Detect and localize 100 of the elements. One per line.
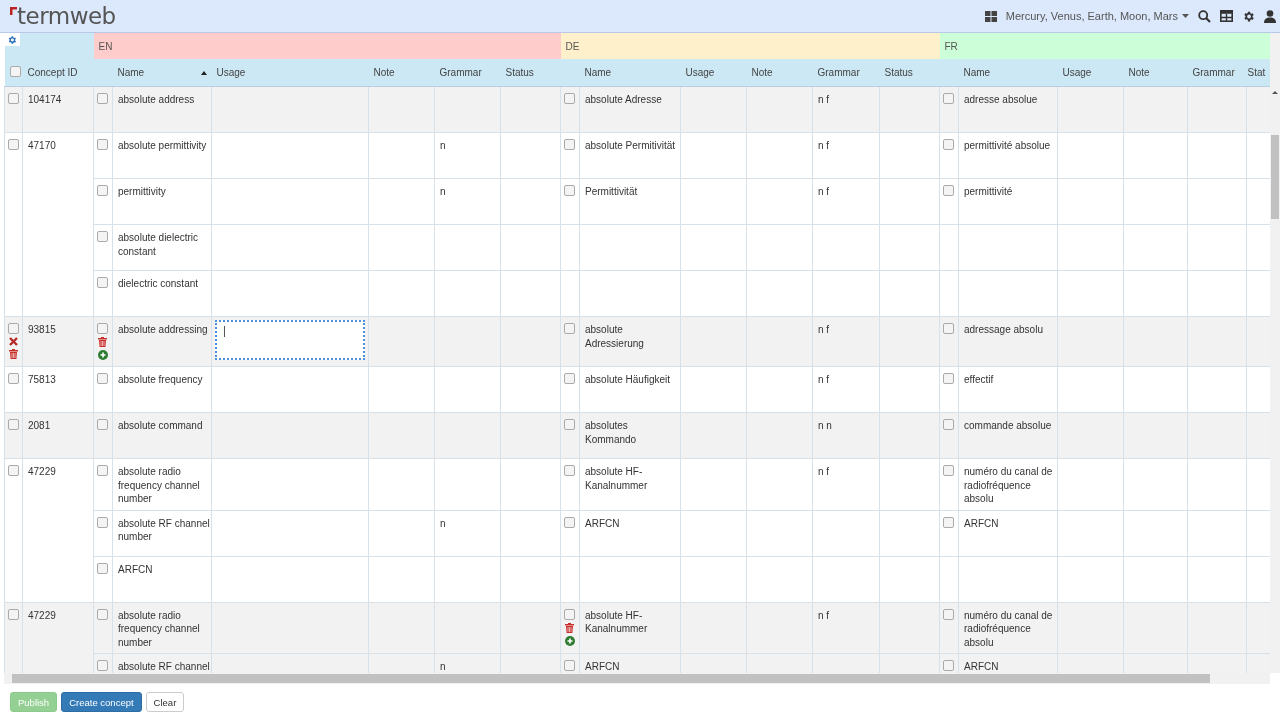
- checkbox[interactable]: [8, 323, 19, 334]
- checkbox[interactable]: [8, 419, 19, 430]
- checkbox[interactable]: [564, 660, 575, 671]
- checkbox[interactable]: [564, 93, 575, 104]
- trash-icon[interactable]: [9, 349, 18, 359]
- term-name: permittivité: [964, 186, 1013, 197]
- checkbox[interactable]: [97, 185, 108, 196]
- checkbox[interactable]: [97, 139, 108, 150]
- checkbox[interactable]: [97, 93, 108, 104]
- grammar-text: n: [440, 186, 446, 197]
- language-band: FR: [939, 33, 1270, 59]
- term-name: absolute Adresse: [585, 94, 662, 105]
- column-header[interactable]: Status: [500, 59, 561, 87]
- close-icon[interactable]: [9, 337, 18, 346]
- column-header[interactable]: Name: [958, 59, 1058, 87]
- term-name: absolute Permitivität: [585, 140, 676, 151]
- settings-icon[interactable]: [1242, 9, 1255, 23]
- checkbox[interactable]: [943, 373, 954, 384]
- checkbox[interactable]: [8, 608, 19, 620]
- checkbox[interactable]: [943, 608, 954, 620]
- checkbox[interactable]: [564, 185, 575, 196]
- user-icon[interactable]: [1264, 9, 1276, 23]
- usage-input[interactable]: [215, 320, 365, 360]
- column-header[interactable]: Usage: [211, 59, 369, 87]
- column-header[interactable]: Usage: [680, 59, 747, 87]
- checkbox[interactable]: [564, 608, 575, 620]
- checkbox[interactable]: [97, 660, 108, 671]
- checkbox[interactable]: [943, 660, 954, 671]
- vertical-scrollbar[interactable]: [1270, 33, 1280, 673]
- checkbox[interactable]: [97, 419, 108, 430]
- checkbox[interactable]: [97, 516, 108, 528]
- term-name: absolute address: [118, 94, 195, 105]
- column-header[interactable]: Note: [1123, 59, 1188, 87]
- checkbox[interactable]: [97, 323, 108, 334]
- checkbox[interactable]: [564, 516, 575, 528]
- term-name: absolute radio frequency channel number: [118, 609, 200, 648]
- term-name: absolute Adressierung: [585, 324, 644, 349]
- grammar-text: n: [440, 140, 446, 151]
- concept-id: 75813: [22, 366, 94, 413]
- term-name: adressage absolu: [964, 324, 1043, 335]
- checkbox[interactable]: [943, 516, 954, 528]
- column-header[interactable]: Usage: [1057, 59, 1124, 87]
- term-name: adresse absolue: [964, 94, 1038, 105]
- column-header[interactable]: Stat: [1246, 59, 1270, 87]
- settings-button[interactable]: [4, 33, 20, 46]
- term-name: numéro du canal de radiofréquence absolu: [964, 609, 1053, 648]
- checkbox[interactable]: [564, 373, 575, 384]
- checkbox[interactable]: [564, 323, 575, 334]
- add-icon[interactable]: [564, 635, 575, 646]
- column-header[interactable]: Status: [879, 59, 940, 87]
- checkbox[interactable]: [97, 608, 108, 620]
- checkbox[interactable]: [943, 419, 954, 430]
- term-name: numéro du canal de radiofréquence absolu: [964, 466, 1053, 504]
- concept-id: 47229: [22, 602, 94, 673]
- grammar-text: n f: [818, 140, 830, 151]
- checkbox[interactable]: [943, 323, 954, 334]
- horizontal-scrollbar[interactable]: [4, 673, 1270, 684]
- checkbox[interactable]: [8, 465, 19, 476]
- column-header[interactable]: Name: [579, 59, 681, 87]
- footer-button[interactable]: Clear: [145, 692, 185, 712]
- caret-icon: [1182, 14, 1189, 18]
- checkbox[interactable]: [8, 139, 19, 150]
- grammar-text: n f: [818, 374, 830, 385]
- project-selector[interactable]: Mercury, Venus, Earth, Moon, Mars: [1005, 10, 1189, 22]
- column-header[interactable]: Grammar: [434, 59, 501, 87]
- checkbox[interactable]: [564, 139, 575, 150]
- term-name: absolute frequency: [118, 374, 203, 385]
- checkbox[interactable]: [97, 465, 108, 476]
- language-band: EN: [93, 33, 561, 59]
- column-header[interactable]: Note: [368, 59, 435, 87]
- term-name: absolute RF channel number: [118, 517, 210, 542]
- column-header[interactable]: Grammar: [812, 59, 880, 87]
- checkbox[interactable]: [8, 373, 19, 384]
- trash-icon[interactable]: [565, 622, 574, 633]
- table-icon[interactable]: [1220, 10, 1233, 22]
- checkbox[interactable]: [943, 93, 954, 104]
- checkbox[interactable]: [8, 93, 19, 104]
- column-header[interactable]: Name: [112, 59, 212, 87]
- concept-id: 2081: [22, 412, 94, 459]
- term-name: absolute radio frequency channel number: [118, 466, 200, 504]
- trash-icon[interactable]: [98, 337, 107, 347]
- footer-button[interactable]: Create concept: [61, 692, 142, 712]
- add-icon[interactable]: [97, 350, 108, 360]
- checkbox[interactable]: [564, 465, 575, 476]
- term-name: ARFCN: [118, 563, 153, 575]
- column-header[interactable]: Note: [746, 59, 813, 87]
- grammar-text: n f: [818, 324, 830, 335]
- checkbox[interactable]: [564, 419, 575, 430]
- checkbox[interactable]: [97, 373, 108, 384]
- grid-icon[interactable]: [984, 10, 997, 22]
- checkbox[interactable]: [97, 277, 108, 288]
- checkbox[interactable]: [943, 465, 954, 476]
- checkbox[interactable]: [97, 562, 108, 574]
- checkbox[interactable]: [9, 66, 21, 77]
- column-header[interactable]: Grammar: [1187, 59, 1247, 87]
- column-header[interactable]: Concept ID: [22, 59, 94, 87]
- checkbox[interactable]: [943, 185, 954, 196]
- search-icon[interactable]: [1198, 9, 1211, 23]
- checkbox[interactable]: [943, 139, 954, 150]
- checkbox[interactable]: [97, 231, 108, 242]
